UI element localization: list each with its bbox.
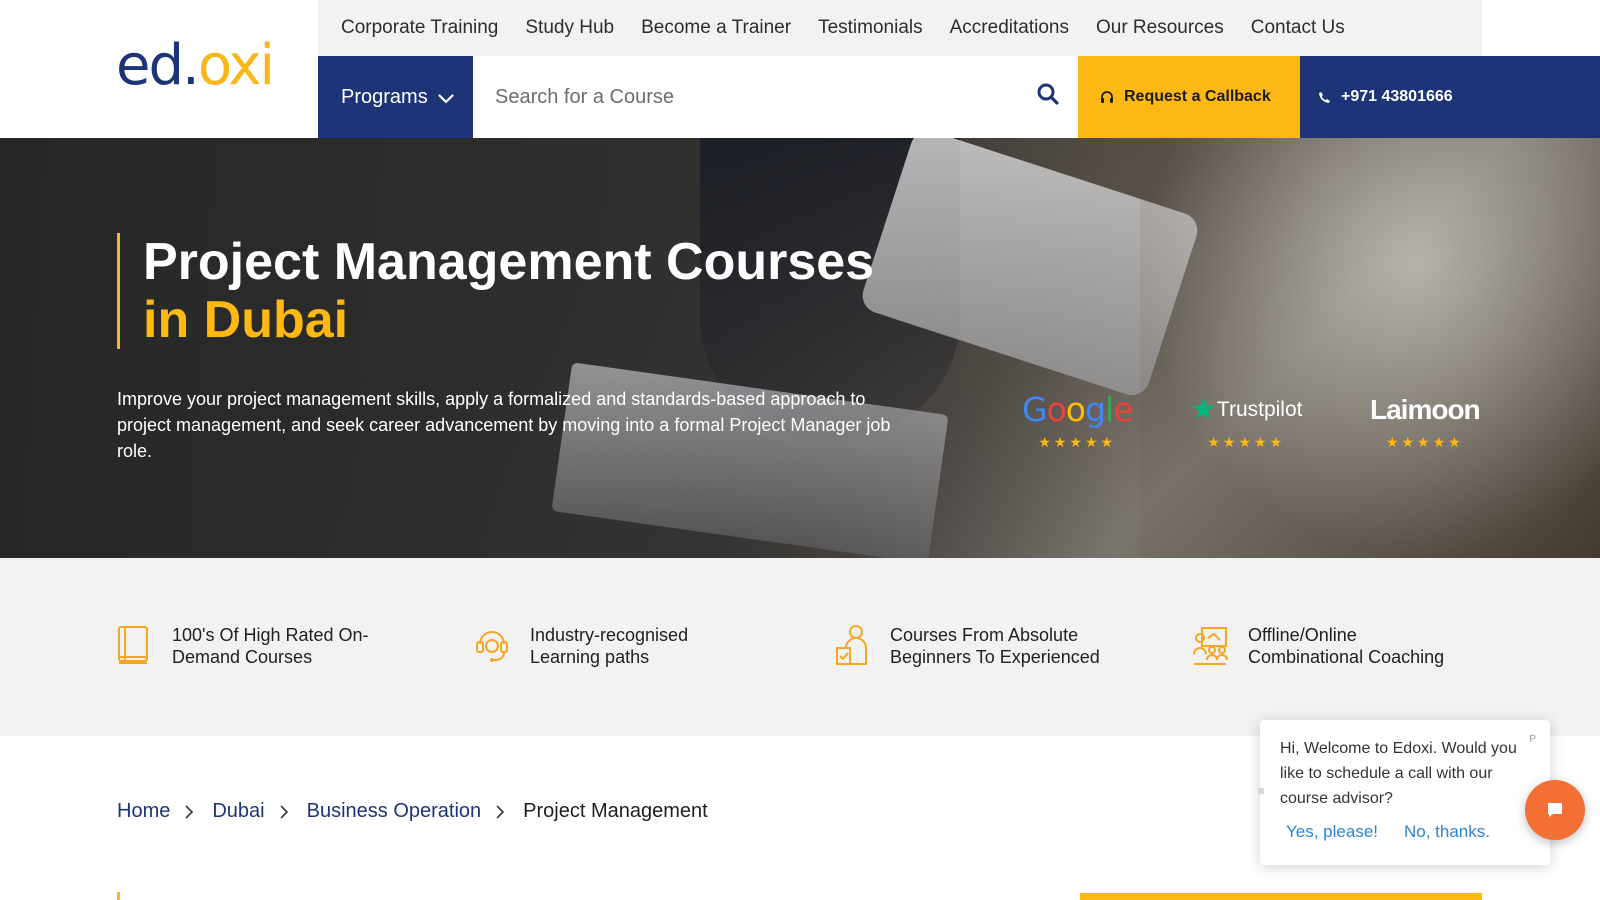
page-title: Project Management Courses in Dubai (117, 233, 874, 349)
phone-icon (1319, 91, 1330, 103)
site-header: ed.oxi Corporate Training Study Hub Beco… (0, 0, 1600, 138)
chat-launcher-button[interactable] (1525, 780, 1585, 840)
headset-icon (1101, 91, 1113, 103)
nav-contact-us[interactable]: Contact Us (1251, 17, 1345, 39)
feature-text-line2: Demand Courses (172, 647, 313, 667)
feature-item: Courses From Absolute Beginners To Experi… (834, 624, 1100, 668)
trustpilot-stars: ★★★★★ (1207, 434, 1286, 450)
page-title-line2: in Dubai (143, 291, 349, 349)
review-ratings: Google ★★★★★ ★Trustpilot ★★★★★ Laimoon ★… (0, 392, 1600, 472)
breadcrumb: Home Dubai Business Operation Project Ma… (117, 800, 708, 823)
person-check-icon (836, 625, 867, 665)
google-logo: Google (1022, 390, 1133, 429)
nav-our-resources[interactable]: Our Resources (1096, 17, 1224, 39)
google-stars: ★★★★★ (1038, 434, 1117, 450)
section-heading-cutoff (117, 892, 767, 900)
edoxi-logo[interactable]: ed.oxi (116, 36, 275, 96)
nav-accreditations[interactable]: Accreditations (950, 17, 1069, 39)
laimoon-stars: ★★★★★ (1385, 434, 1464, 450)
chat-drag-handle (1258, 788, 1264, 794)
feature-text-line1: 100's Of High Rated On- (172, 625, 369, 645)
classroom-icon (1193, 627, 1228, 665)
book-icon (118, 626, 148, 664)
main-navbar: Programs Request a Callback +971 4380166… (318, 56, 1600, 138)
breadcrumb-home[interactable]: Home (117, 800, 170, 823)
request-callback-button[interactable]: Request a Callback (1078, 56, 1300, 138)
nav-study-hub[interactable]: Study Hub (525, 17, 614, 39)
chevron-right-icon (279, 804, 289, 820)
chevron-down-icon (438, 94, 454, 104)
feature-item: 100's Of High Rated On- Demand Courses (116, 624, 369, 668)
trustpilot-rating[interactable]: ★Trustpilot ★★★★★ (1190, 392, 1303, 451)
breadcrumb-dubai[interactable]: Dubai (212, 800, 264, 823)
feature-text-line1: Offline/Online (1248, 625, 1357, 645)
chat-popup: P Hi, Welcome to Edoxi. Would you like t… (1258, 720, 1550, 865)
chevron-right-icon (495, 804, 505, 820)
feature-text-line1: Industry-recognised (530, 625, 689, 645)
support-headset-icon (476, 631, 508, 662)
programs-dropdown[interactable]: Programs (318, 56, 473, 138)
chat-message: Hi, Welcome to Edoxi. Would you like to … (1280, 740, 1517, 807)
feature-text-line2: Beginners To Experienced (890, 647, 1100, 667)
feature-item: Offline/Online Combinational Coaching (1192, 624, 1444, 668)
laimoon-rating[interactable]: Laimoon ★★★★★ (1370, 392, 1481, 451)
hero-person-shape (1140, 138, 1600, 558)
feature-text-line2: Learning paths (530, 647, 650, 667)
breadcrumb-business-operation[interactable]: Business Operation (307, 800, 482, 823)
search-icon[interactable] (1036, 82, 1060, 111)
chat-icon (1548, 803, 1562, 817)
chevron-right-icon (184, 804, 194, 820)
search-input[interactable] (473, 56, 1078, 138)
breadcrumb-current: Project Management (523, 800, 708, 822)
laimoon-logo: Laimoon (1370, 394, 1481, 425)
callback-label: Request a Callback (1124, 88, 1271, 105)
page-title-line1: Project Management Courses (143, 233, 875, 291)
feature-text-line2: Combinational Coaching (1248, 647, 1445, 667)
features-strip: 100's Of High Rated On- Demand Courses In… (0, 558, 1600, 736)
phone-link[interactable]: +971 43801666 (1300, 56, 1453, 138)
trustpilot-logo: ★Trustpilot (1190, 393, 1303, 426)
nav-testimonials[interactable]: Testimonials (818, 17, 923, 39)
chat-close-button[interactable]: P (1529, 734, 1536, 745)
top-navigation: Corporate Training Study Hub Become a Tr… (318, 0, 1482, 56)
feature-text-line1: Courses From Absolute (890, 625, 1079, 645)
nav-become-a-trainer[interactable]: Become a Trainer (641, 17, 791, 39)
course-search (473, 56, 1078, 138)
nav-corporate-training[interactable]: Corporate Training (341, 17, 498, 39)
feature-item: Industry-recognised Learning paths (474, 624, 688, 668)
hero-banner: Project Management Courses in Dubai Impr… (0, 138, 1600, 558)
enquiry-box-edge (1080, 893, 1482, 900)
programs-label: Programs (341, 85, 428, 108)
chat-yes-button[interactable]: Yes, please! (1286, 822, 1378, 842)
phone-number: +971 43801666 (1341, 88, 1453, 105)
trustpilot-star-icon: ★ (1190, 393, 1217, 426)
chat-no-button[interactable]: No, thanks. (1404, 822, 1490, 842)
google-rating[interactable]: Google ★★★★★ (1022, 390, 1133, 451)
